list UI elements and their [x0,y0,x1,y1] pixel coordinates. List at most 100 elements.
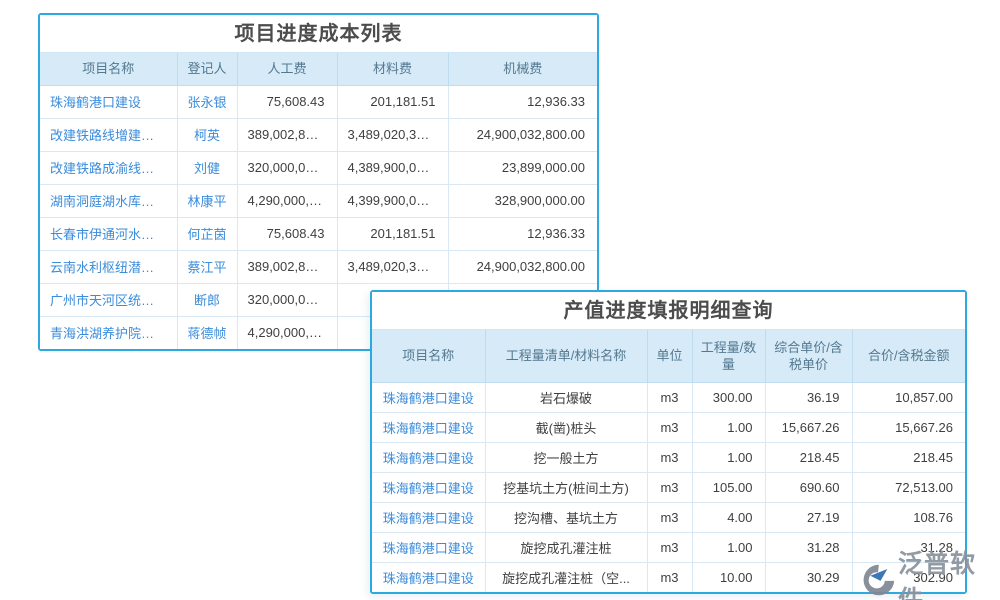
project-name-link[interactable]: 广州市天河区统计局机... [40,283,177,316]
table-cell: 108.76 [852,502,965,532]
table-cell: 389,002,800.00 [237,250,337,283]
table-row: 珠海鹤港口建设张永银75,608.43201,181.5112,936.33 [40,85,597,118]
cost-table-title: 项目进度成本列表 [40,15,597,53]
table-row: 珠海鹤港口建设截(凿)桩头m31.0015,667.2615,667.26 [372,412,965,442]
cost-table-header-row: 项目名称 登记人 人工费 材料费 机械费 [40,53,597,85]
table-cell: 1.00 [692,532,765,562]
table-cell: 旋挖成孔灌注桩 [485,532,647,562]
table-row: 珠海鹤港口建设岩石爆破m3300.0036.1910,857.00 [372,382,965,412]
registrant-link[interactable]: 林康平 [177,184,237,217]
table-cell: m3 [647,412,692,442]
table-cell: 4,389,900,000.00 [337,151,448,184]
table-cell: 挖沟槽、基坑土方 [485,502,647,532]
project-name-link[interactable]: 珠海鹤港口建设 [372,382,485,412]
registrant-link[interactable]: 张永银 [177,85,237,118]
project-name-link[interactable]: 珠海鹤港口建设 [372,562,485,592]
output-table-header-row: 项目名称 工程量清单/材料名称 单位 工程量/数量 综合单价/含税单价 合价/含… [372,330,965,382]
watermark: 泛普软件 www.fanpusoft.com [860,544,1000,600]
project-name-link[interactable]: 长春市伊通河水力发电... [40,217,177,250]
output-table-title: 产值进度填报明细查询 [372,292,965,330]
table-cell: 30.29 [765,562,852,592]
table-cell: 105.00 [692,472,765,502]
table-cell: 23,899,000.00 [448,151,597,184]
watermark-brand-text: 泛普软件 [898,544,1000,600]
table-cell: 4,399,900,000.00 [337,184,448,217]
table-cell: 挖一般土方 [485,442,647,472]
table-cell: 218.45 [765,442,852,472]
table-cell: 4,290,000,000.00 [237,316,337,349]
table-row: 改建铁路线增建第二线...柯英389,002,800.003,489,020,3… [40,118,597,151]
table-row: 长春市伊通河水力发电...何芷茵75,608.43201,181.5112,93… [40,217,597,250]
table-cell: 24,900,032,800.00 [448,118,597,151]
table-row: 云南水利枢纽潜明水库...蔡江平389,002,800.003,489,020,… [40,250,597,283]
table-row: 珠海鹤港口建设挖基坑土方(桩间土方)m3105.00690.6072,513.0… [372,472,965,502]
table-cell: 15,667.26 [765,412,852,442]
table-cell: 201,181.51 [337,85,448,118]
table-cell: 218.45 [852,442,965,472]
table-cell: 12,936.33 [448,217,597,250]
project-name-link[interactable]: 珠海鹤港口建设 [372,472,485,502]
table-cell: m3 [647,562,692,592]
table-cell: 4,290,000,000.00 [237,184,337,217]
table-cell: 10,857.00 [852,382,965,412]
table-cell: 300.00 [692,382,765,412]
table-cell: 岩石爆破 [485,382,647,412]
column-header-unit: 单位 [647,330,692,382]
registrant-link[interactable]: 断郎 [177,283,237,316]
project-name-link[interactable]: 珠海鹤港口建设 [372,412,485,442]
table-cell: 27.19 [765,502,852,532]
project-name-link[interactable]: 珠海鹤港口建设 [372,502,485,532]
table-cell: 挖基坑土方(桩间土方) [485,472,647,502]
table-cell: 24,900,032,800.00 [448,250,597,283]
fanpu-logo-icon [860,563,896,597]
table-cell: 截(凿)桩头 [485,412,647,442]
registrant-link[interactable]: 蒋德帧 [177,316,237,349]
column-header-total-amount: 合价/含税金额 [852,330,965,382]
table-row: 珠海鹤港口建设挖一般土方m31.00218.45218.45 [372,442,965,472]
table-cell: 1.00 [692,442,765,472]
project-name-link[interactable]: 珠海鹤港口建设 [372,442,485,472]
table-cell: 1.00 [692,412,765,442]
table-cell: 15,667.26 [852,412,965,442]
registrant-link[interactable]: 蔡江平 [177,250,237,283]
table-row: 湖南洞庭湖水库引水工...林康平4,290,000,000.004,399,90… [40,184,597,217]
table-cell: 201,181.51 [337,217,448,250]
column-header-unit-price: 综合单价/含税单价 [765,330,852,382]
registrant-link[interactable]: 刘健 [177,151,237,184]
project-name-link[interactable]: 改建铁路线增建第二线... [40,118,177,151]
table-cell: 320,000,090.00 [237,151,337,184]
table-cell: m3 [647,532,692,562]
registrant-link[interactable]: 柯英 [177,118,237,151]
table-cell: 31.28 [765,532,852,562]
table-cell: 75,608.43 [237,217,337,250]
table-row: 珠海鹤港口建设挖沟槽、基坑土方m34.0027.19108.76 [372,502,965,532]
project-name-link[interactable]: 珠海鹤港口建设 [40,85,177,118]
registrant-link[interactable]: 何芷茵 [177,217,237,250]
table-cell: 3,489,020,380.00 [337,118,448,151]
table-cell: 72,513.00 [852,472,965,502]
watermark-row: 泛普软件 [860,544,1000,600]
table-cell: 320,000,090.00 [237,283,337,316]
project-name-link[interactable]: 珠海鹤港口建设 [372,532,485,562]
table-cell: 4.00 [692,502,765,532]
column-header-material-cost: 材料费 [337,53,448,85]
column-header-machinery-cost: 机械费 [448,53,597,85]
table-cell: 36.19 [765,382,852,412]
project-name-link[interactable]: 青海洪湖养护院项目 [40,316,177,349]
column-header-boq-material-name: 工程量清单/材料名称 [485,330,647,382]
table-cell: 12,936.33 [448,85,597,118]
column-header-labor-cost: 人工费 [237,53,337,85]
table-cell: 389,002,800.00 [237,118,337,151]
column-header-project-name: 项目名称 [40,53,177,85]
column-header-project-name: 项目名称 [372,330,485,382]
column-header-quantity: 工程量/数量 [692,330,765,382]
project-name-link[interactable]: 云南水利枢纽潜明水库... [40,250,177,283]
table-cell: m3 [647,442,692,472]
table-cell: 10.00 [692,562,765,592]
table-cell: m3 [647,502,692,532]
project-name-link[interactable]: 改建铁路成渝线增建第... [40,151,177,184]
project-name-link[interactable]: 湖南洞庭湖水库引水工... [40,184,177,217]
table-row: 改建铁路成渝线增建第...刘健320,000,090.004,389,900,0… [40,151,597,184]
table-cell: 328,900,000.00 [448,184,597,217]
table-cell: 75,608.43 [237,85,337,118]
